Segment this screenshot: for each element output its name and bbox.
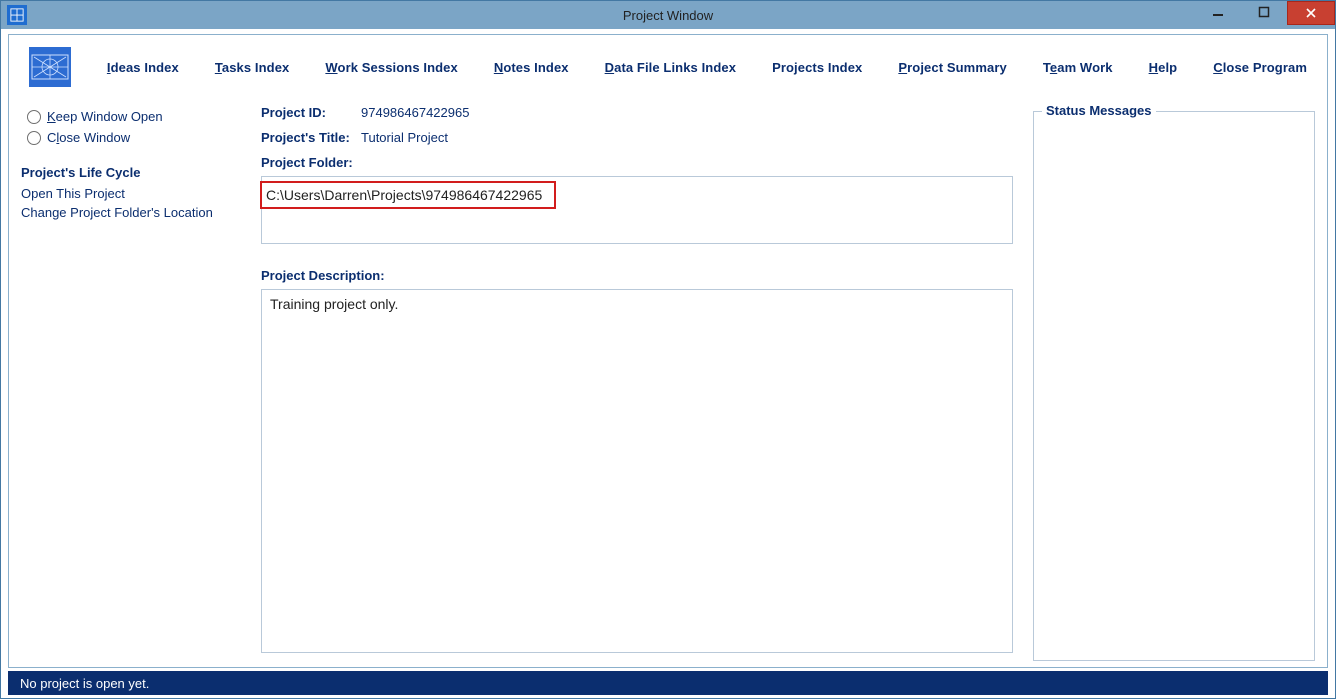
menu-ideas-index[interactable]: Ideas Index: [107, 60, 179, 75]
radio-label: Close Window: [47, 130, 130, 145]
menu-data-file-links-index[interactable]: Data File Links Index: [605, 60, 736, 75]
project-id-value: 974986467422965: [361, 105, 469, 120]
menu-team-work[interactable]: Team Work: [1043, 60, 1113, 75]
menubar: Ideas Index Tasks Index Work Sessions In…: [9, 35, 1327, 105]
menu-notes-index[interactable]: Notes Index: [494, 60, 569, 75]
body: Keep Window Open Close Window Project's …: [9, 105, 1327, 663]
maximize-icon: [1258, 6, 1270, 18]
close-button[interactable]: [1287, 1, 1335, 25]
radio-icon: [27, 131, 41, 145]
project-description-label: Project Description:: [261, 268, 1013, 283]
client-area: Ideas Index Tasks Index Work Sessions In…: [8, 34, 1328, 668]
statusbar: No project is open yet.: [8, 671, 1328, 695]
menu-close-program[interactable]: Close Program: [1213, 60, 1307, 75]
titlebar: Project Window: [1, 1, 1335, 29]
status-messages-box: Status Messages: [1033, 111, 1315, 661]
project-folder-value: C:\Users\Darren\Projects\974986467422965: [260, 181, 556, 209]
sidebar: Keep Window Open Close Window Project's …: [21, 105, 241, 655]
minimize-icon: [1212, 6, 1224, 18]
radio-keep-window-open[interactable]: Keep Window Open: [27, 109, 241, 124]
menu-projects-index[interactable]: Projects Index: [772, 60, 862, 75]
project-description-value: Training project only.: [270, 296, 398, 312]
project-id-label: Project ID:: [261, 105, 361, 120]
project-title-value: Tutorial Project: [361, 130, 448, 145]
project-description-field[interactable]: Training project only.: [261, 289, 1013, 653]
radio-close-window[interactable]: Close Window: [27, 130, 241, 145]
window-title: Project Window: [1, 8, 1335, 23]
menu-work-sessions-index[interactable]: Work Sessions Index: [325, 60, 457, 75]
menu-help[interactable]: Help: [1149, 60, 1178, 75]
project-folder-field[interactable]: C:\Users\Darren\Projects\974986467422965: [261, 176, 1013, 244]
menu-tasks-index[interactable]: Tasks Index: [215, 60, 290, 75]
status-text: No project is open yet.: [20, 676, 149, 691]
sidebar-heading: Project's Life Cycle: [21, 165, 241, 180]
project-window: Project Window Ideas Index: [0, 0, 1336, 699]
status-messages-legend: Status Messages: [1042, 103, 1156, 118]
main-form: Project ID: 974986467422965 Project's Ti…: [241, 105, 1033, 655]
minimize-button[interactable]: [1195, 1, 1241, 23]
right-panel: Status Messages: [1033, 105, 1315, 655]
link-open-this-project[interactable]: Open This Project: [21, 186, 241, 201]
radio-icon: [27, 110, 41, 124]
project-folder-label: Project Folder:: [261, 155, 1013, 170]
window-controls: [1195, 1, 1335, 23]
radio-label: Keep Window Open: [47, 109, 163, 124]
project-title-label: Project's Title:: [261, 130, 361, 145]
menu-project-summary[interactable]: Project Summary: [898, 60, 1006, 75]
app-icon: [7, 5, 27, 25]
app-logo-icon: [29, 47, 71, 87]
maximize-button[interactable]: [1241, 1, 1287, 23]
close-icon: [1305, 7, 1317, 19]
link-change-project-folder-location[interactable]: Change Project Folder's Location: [21, 205, 241, 220]
